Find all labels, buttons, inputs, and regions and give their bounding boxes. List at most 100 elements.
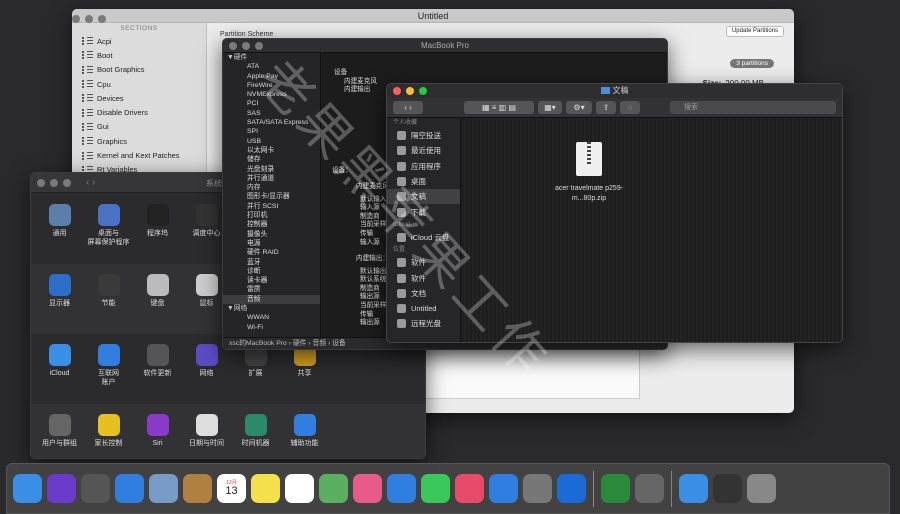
zoom-button[interactable] bbox=[98, 15, 106, 23]
zip-file-icon[interactable] bbox=[576, 142, 602, 176]
minimize-button[interactable] bbox=[406, 87, 414, 95]
search-input[interactable]: 搜索 bbox=[670, 101, 836, 114]
tree-item[interactable]: ATA bbox=[223, 62, 320, 71]
sidebar-item[interactable]: Untitled bbox=[387, 301, 460, 316]
tree-item[interactable]: 并行 SCSI bbox=[223, 202, 320, 211]
tree-item[interactable]: 控制器 bbox=[223, 220, 320, 229]
tree-item[interactable]: 储存 bbox=[223, 155, 320, 164]
close-button[interactable] bbox=[72, 15, 80, 23]
sidebar-item[interactable]: 下载 bbox=[387, 204, 460, 219]
launchpad-icon[interactable] bbox=[81, 474, 110, 503]
mail-icon[interactable] bbox=[149, 474, 178, 503]
close-button[interactable] bbox=[393, 87, 401, 95]
calendar-icon[interactable]: 12月 13 bbox=[217, 474, 246, 503]
music-icon[interactable] bbox=[455, 474, 484, 503]
sidebar-item[interactable]: 远程光盘 bbox=[387, 316, 460, 331]
teamviewer-icon[interactable] bbox=[557, 474, 586, 503]
minimize-button[interactable] bbox=[242, 42, 250, 50]
pref-pane[interactable]: 节能 bbox=[84, 264, 133, 334]
section-item[interactable]: Boot bbox=[72, 48, 206, 62]
tree-item[interactable]: SATA/SATA Express bbox=[223, 118, 320, 127]
tree-item[interactable]: Wi-Fi bbox=[223, 323, 320, 332]
tree-item[interactable]: 以太网卡 bbox=[223, 146, 320, 155]
minimize-button[interactable] bbox=[50, 179, 58, 187]
sidebar-item[interactable]: iCloud 云盘 bbox=[387, 230, 460, 245]
section-item[interactable]: Devices bbox=[72, 91, 206, 105]
close-button[interactable] bbox=[37, 179, 45, 187]
sidebar-item[interactable]: 文稿 bbox=[387, 189, 460, 205]
pref-pane[interactable]: 时间机器 bbox=[231, 404, 280, 458]
tree-item[interactable]: Apple Pay bbox=[223, 72, 320, 81]
tree-item[interactable]: 光盘刻录 bbox=[223, 165, 320, 174]
messages-icon[interactable] bbox=[387, 474, 416, 503]
pref-pane[interactable]: 互联网 账户 bbox=[84, 334, 133, 404]
pref-pane[interactable]: Siri bbox=[133, 404, 182, 458]
contacts-icon[interactable] bbox=[183, 474, 212, 503]
section-item[interactable]: Kernel and Kext Patches bbox=[72, 148, 206, 162]
tree-item[interactable]: NVMExpress bbox=[223, 90, 320, 99]
pref-pane[interactable]: 日期与时间 bbox=[182, 404, 231, 458]
tree-item[interactable]: 打印机 bbox=[223, 211, 320, 220]
sidebar-item[interactable]: 桌面 bbox=[387, 174, 460, 189]
section-item[interactable]: Graphics bbox=[72, 134, 206, 148]
tree-item[interactable]: 读卡器 bbox=[223, 276, 320, 285]
tree-item[interactable]: SAS bbox=[223, 109, 320, 118]
screen-icon[interactable] bbox=[713, 474, 742, 503]
tree-item[interactable]: FireWire bbox=[223, 81, 320, 90]
info-titlebar[interactable]: MacBook Pro bbox=[223, 39, 667, 53]
downloads-folder-icon[interactable] bbox=[679, 474, 708, 503]
maps-icon[interactable] bbox=[319, 474, 348, 503]
facetime-icon[interactable] bbox=[421, 474, 450, 503]
group-icon[interactable]: ▦▾ bbox=[538, 101, 562, 114]
tree-item[interactable]: USB bbox=[223, 137, 320, 146]
section-item[interactable]: Cpu bbox=[72, 77, 206, 91]
safari-icon[interactable] bbox=[115, 474, 144, 503]
reminders-icon[interactable] bbox=[285, 474, 314, 503]
section-item[interactable]: Acpi bbox=[72, 34, 206, 48]
tree-item[interactable]: ▼网络 bbox=[223, 304, 320, 313]
notes-icon[interactable] bbox=[251, 474, 280, 503]
zoom-button[interactable] bbox=[255, 42, 263, 50]
section-item[interactable]: Disable Drivers bbox=[72, 105, 206, 119]
section-item[interactable]: Gui bbox=[72, 120, 206, 134]
siri-icon[interactable] bbox=[47, 474, 76, 503]
tree-item[interactable]: 电源 bbox=[223, 239, 320, 248]
photos-icon[interactable] bbox=[353, 474, 382, 503]
tree-item[interactable]: WWAN bbox=[223, 313, 320, 322]
finder-titlebar[interactable]: 文稿 bbox=[387, 84, 842, 98]
tree-item[interactable]: SPI bbox=[223, 127, 320, 136]
pref-pane[interactable]: 辅助功能 bbox=[280, 404, 329, 458]
pref-pane[interactable]: 用户与群组 bbox=[35, 404, 84, 458]
close-button[interactable] bbox=[229, 42, 237, 50]
minimize-button[interactable] bbox=[85, 15, 93, 23]
finder-icon[interactable] bbox=[13, 474, 42, 503]
tree-item[interactable]: ▼硬件 bbox=[223, 53, 320, 62]
app-store-icon[interactable] bbox=[489, 474, 518, 503]
tree-item[interactable]: 内存 bbox=[223, 183, 320, 192]
tree-item[interactable]: 音频 bbox=[223, 294, 320, 305]
pref-pane[interactable]: 程序坞 bbox=[133, 194, 182, 264]
zip-file-name[interactable]: acer travelmate p259-m...80p.zip bbox=[552, 184, 626, 204]
section-item[interactable]: Boot Graphics bbox=[72, 63, 206, 77]
clover-icon[interactable] bbox=[601, 474, 630, 503]
sidebar-item[interactable]: 最近使用 bbox=[387, 143, 460, 158]
pref-pane[interactable]: 家长控制 bbox=[84, 404, 133, 458]
system-preferences-icon[interactable] bbox=[523, 474, 552, 503]
pref-pane[interactable]: 显示器 bbox=[35, 264, 84, 334]
back-forward-button[interactable]: ‹ › bbox=[393, 101, 423, 114]
tree-item[interactable]: 图形卡/显示器 bbox=[223, 192, 320, 201]
sidebar-item[interactable]: 文档 bbox=[387, 286, 460, 301]
utility-icon[interactable] bbox=[635, 474, 664, 503]
share-icon[interactable]: ⇪ bbox=[596, 101, 616, 114]
tree-item[interactable]: 硬件 RAID bbox=[223, 248, 320, 257]
tree-item[interactable]: 蓝牙 bbox=[223, 258, 320, 267]
sidebar-item[interactable]: 应用程序 bbox=[387, 159, 460, 174]
back-forward-icon[interactable]: ‹ › bbox=[86, 177, 95, 188]
pref-pane[interactable]: 通用 bbox=[35, 194, 84, 264]
tree-item[interactable]: 雷雳 bbox=[223, 285, 320, 294]
pref-pane[interactable]: 软件更新 bbox=[133, 334, 182, 404]
pref-pane[interactable]: 键盘 bbox=[133, 264, 182, 334]
sidebar-item[interactable]: 软件 bbox=[387, 255, 460, 270]
pref-pane[interactable]: iCloud bbox=[35, 334, 84, 404]
sidebar-item[interactable]: 软件 bbox=[387, 270, 460, 285]
